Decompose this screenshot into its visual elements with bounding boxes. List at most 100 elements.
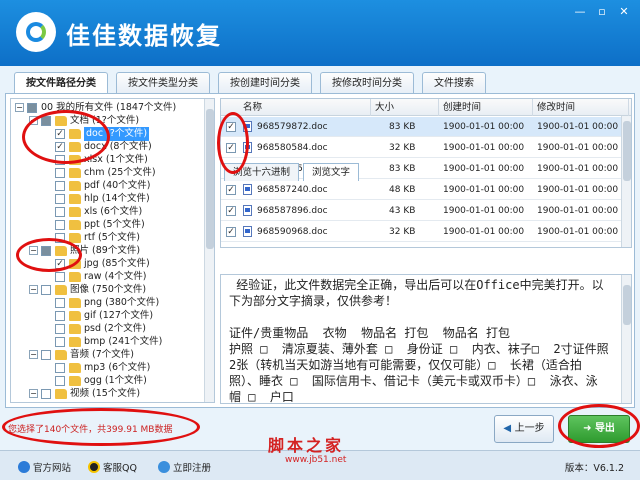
tree-item[interactable]: − 00 我的所有文件 (1847个文件) (11, 101, 201, 115)
tree-checkbox[interactable] (41, 285, 51, 295)
folder-icon (69, 220, 81, 230)
register-link[interactable]: 立即注册 (158, 460, 211, 474)
file-row[interactable]: ✓ 968590968.doc 32 KB 1900-01-01 00:00 1900-… (221, 222, 631, 242)
tree-checkbox[interactable] (55, 220, 65, 230)
customer-qq-link[interactable]: 客服QQ (88, 460, 137, 474)
tree-item[interactable]: ppt (5个文件) (11, 218, 201, 232)
preview-tab-1[interactable]: 浏览文字 (303, 163, 360, 181)
expander-icon[interactable]: − (29, 285, 38, 294)
column-header[interactable]: 大小 (371, 99, 439, 116)
export-button[interactable]: ➜ 导出 (568, 415, 630, 443)
file-modified: 1900-01-01 00:00 (537, 122, 619, 132)
tree-checkbox[interactable] (55, 337, 65, 347)
file-list-header: 名称 大小 创建时间 修改时间 (221, 99, 631, 116)
tree-item[interactable]: − 视频 (15个文件) (11, 387, 201, 401)
tree-checkbox[interactable] (55, 181, 65, 191)
column-header[interactable]: 名称 (239, 99, 371, 116)
tree-item[interactable]: xls (6个文件) (11, 205, 201, 219)
file-size: 32 KB (389, 227, 416, 237)
tree-item[interactable]: rtf (5个文件) (11, 231, 201, 245)
tree-item[interactable]: ✓ doc (?个文件) (11, 127, 201, 141)
file-created: 1900-01-01 00:00 (443, 143, 525, 153)
maximize-button[interactable]: ▫ (592, 4, 612, 20)
tree-item[interactable]: psd (2个文件) (11, 322, 201, 336)
tree-item[interactable]: hlp (14个文件) (11, 192, 201, 206)
tree-checkbox[interactable] (55, 363, 65, 373)
file-row[interactable]: ✓ 968587240.doc 48 KB 1900-01-01 00:00 1900-… (221, 180, 631, 200)
file-checkbox[interactable]: ✓ (226, 227, 236, 237)
tree-item[interactable]: ✓ jpg (85个文件) (11, 257, 201, 271)
prev-step-button[interactable]: ◀ 上一步 (494, 415, 554, 443)
tree-checkbox[interactable] (55, 155, 65, 165)
expander-icon[interactable]: − (29, 116, 38, 125)
tree-checkbox[interactable] (55, 168, 65, 178)
folder-icon (69, 233, 81, 243)
expander-icon[interactable]: − (29, 246, 38, 255)
tree-item[interactable]: mp3 (6个文件) (11, 361, 201, 375)
tree-item[interactable]: xlsx (1个文件) (11, 153, 201, 167)
tree-item[interactable]: png (380个文件) (11, 296, 201, 310)
tree-item[interactable]: − 文档 (1?个文件) (11, 114, 201, 128)
file-checkbox[interactable]: ✓ (226, 185, 236, 195)
file-row[interactable]: ✓ 968580584.doc 32 KB 1900-01-01 00:00 1900-… (221, 138, 631, 158)
tree-item[interactable]: − 照片 (89个文件) (11, 244, 201, 258)
app-title: 佳佳数据恢复 (66, 22, 222, 50)
preview-tab-0[interactable]: 浏览十六进制 (224, 163, 300, 181)
expander-icon[interactable]: − (29, 389, 38, 398)
close-button[interactable]: ✕ (614, 4, 634, 20)
file-checkbox[interactable]: ✓ (226, 143, 236, 153)
tree-checkbox[interactable] (41, 389, 51, 399)
file-checkbox[interactable]: ✓ (226, 122, 236, 132)
tree-item[interactable]: − 图像 (750个文件) (11, 283, 201, 297)
tree-item[interactable]: chm (25个文件) (11, 166, 201, 180)
tree-item[interactable]: pdf (40个文件) (11, 179, 201, 193)
doc-icon (243, 226, 252, 237)
tree-checkbox[interactable]: ✓ (55, 142, 65, 152)
tree-item-label: png (380个文件) (84, 297, 160, 308)
tree-item-label: psd (2个文件) (84, 323, 146, 334)
tree-checkbox[interactable] (55, 376, 65, 386)
tree-scrollbar[interactable] (204, 99, 214, 402)
tree-checkbox[interactable] (55, 194, 65, 204)
preview-text: 经验证，此文件数据完全正确，导出后可以在Office中完美打开。以下为部分文字摘… (229, 278, 609, 404)
tree-item-label: doc (?个文件) (84, 127, 150, 141)
tree-checkbox[interactable] (41, 246, 51, 256)
tree-checkbox[interactable] (41, 116, 51, 126)
file-row[interactable]: ✓ 968579872.doc 83 KB 1900-01-01 00:00 1900-… (221, 117, 631, 137)
file-modified: 1900-01-01 00:00 (537, 185, 619, 195)
tab-1[interactable]: 按文件类型分类 (116, 72, 210, 94)
tree-checkbox[interactable] (55, 233, 65, 243)
file-list-scrollbar[interactable] (621, 116, 631, 247)
tree-item[interactable]: bmp (241个文件) (11, 335, 201, 349)
tree-item-label: bmp (241个文件) (84, 336, 163, 347)
tree-checkbox[interactable]: ✓ (55, 259, 65, 269)
tree-checkbox[interactable] (55, 207, 65, 217)
official-website-link[interactable]: 官方网站 (18, 460, 71, 474)
tree-checkbox[interactable]: ✓ (55, 129, 65, 139)
file-row[interactable]: ✓ 968587896.doc 43 KB 1900-01-01 00:00 1900-… (221, 201, 631, 221)
tree-item-label: 图像 (750个文件) (70, 284, 147, 295)
expander-icon[interactable]: − (15, 103, 24, 112)
tree-checkbox[interactable] (55, 298, 65, 308)
minimize-button[interactable]: — (570, 4, 590, 20)
tree-checkbox[interactable] (27, 103, 37, 113)
tree-item[interactable]: ✓ docx (8个文件) (11, 140, 201, 154)
tree-item[interactable]: raw (4个文件) (11, 270, 201, 284)
tab-2[interactable]: 按创建时间分类 (218, 72, 312, 94)
tree-checkbox[interactable] (55, 324, 65, 334)
tree-checkbox[interactable] (55, 272, 65, 282)
file-name: 968587240.doc (257, 185, 328, 195)
preview-scrollbar[interactable] (621, 275, 631, 403)
tree-checkbox[interactable] (41, 350, 51, 360)
tree-checkbox[interactable] (55, 311, 65, 321)
file-checkbox[interactable]: ✓ (226, 206, 236, 216)
folder-icon (69, 181, 81, 191)
column-header[interactable]: 修改时间 (533, 99, 629, 116)
tree-item[interactable]: − 音频 (7个文件) (11, 348, 201, 362)
tree-item[interactable]: gif (127个文件) (11, 309, 201, 323)
column-header[interactable]: 创建时间 (439, 99, 533, 116)
expander-icon[interactable]: − (29, 350, 38, 359)
tab-3[interactable]: 按修改时间分类 (320, 72, 414, 94)
tab-4[interactable]: 文件搜索 (422, 72, 486, 94)
tree-item[interactable]: ogg (1个文件) (11, 374, 201, 388)
